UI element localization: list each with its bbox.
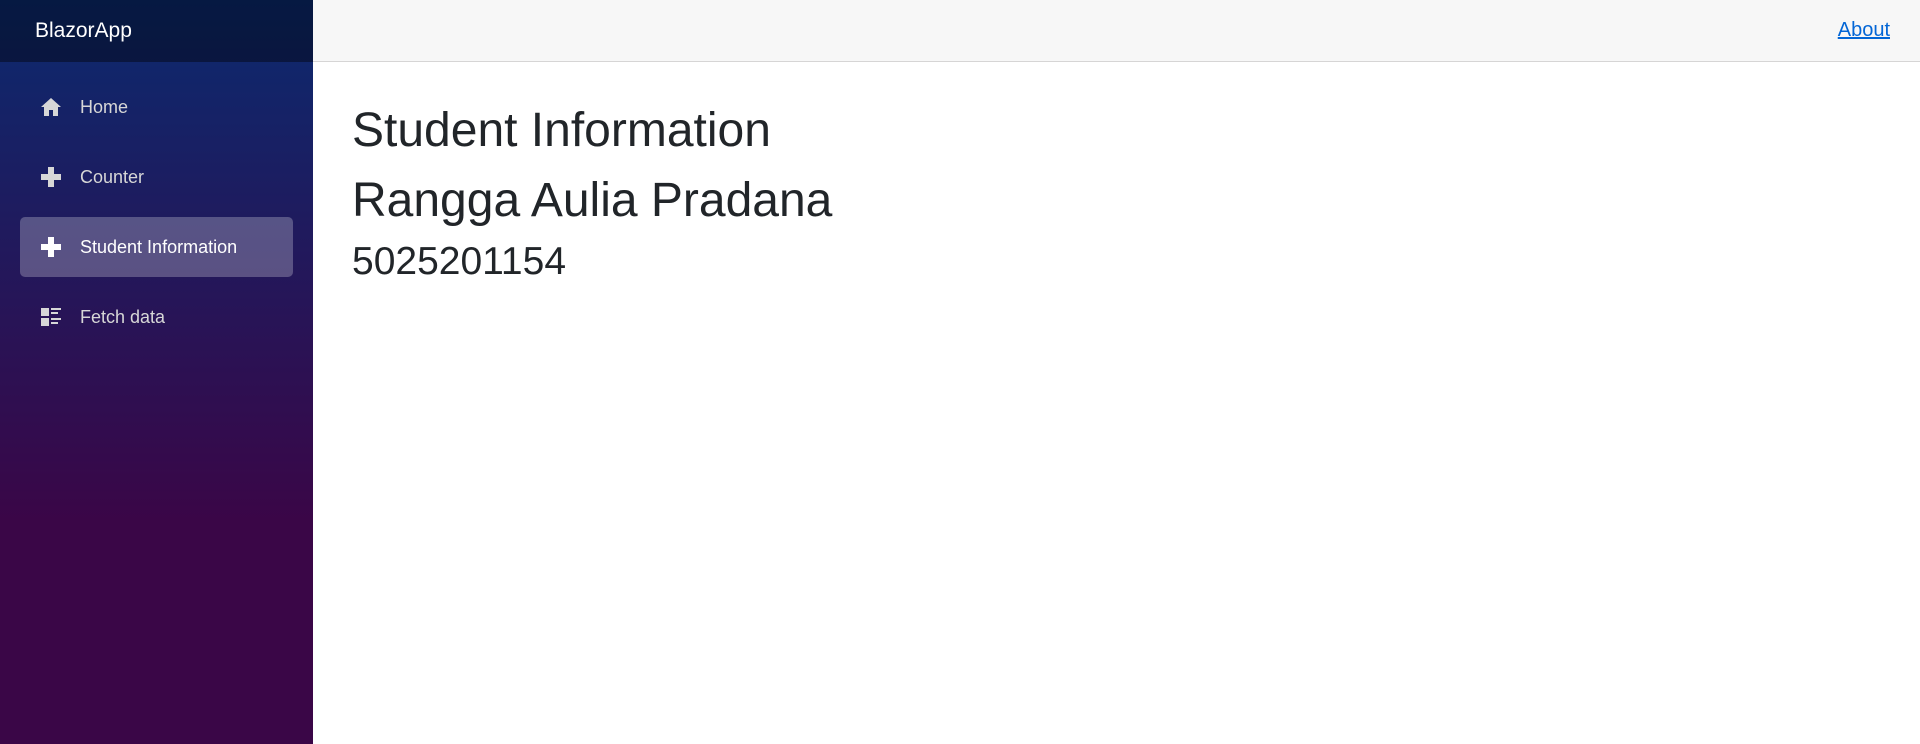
top-row: About [313, 0, 1920, 62]
brand-bar: BlazorApp [0, 0, 313, 62]
page-title: Student Information [352, 104, 771, 157]
sidebar-item-label: Home [80, 96, 129, 117]
list-rich-icon [40, 306, 62, 328]
sidebar-item-label: Counter [80, 166, 145, 187]
sidebar: BlazorApp Home Counter Student Informati… [0, 0, 313, 744]
sidebar-item-label: Fetch data [80, 306, 166, 327]
home-icon [40, 96, 62, 118]
app-root: BlazorApp Home Counter Student Informati… [0, 0, 1920, 744]
plus-icon [40, 236, 62, 258]
nav-menu: Home Counter Student Information Fetch d… [0, 62, 313, 347]
plus-icon [40, 166, 62, 188]
sidebar-item-fetch-data[interactable]: Fetch data [20, 287, 293, 347]
sidebar-item-home[interactable]: Home [20, 77, 293, 137]
sidebar-item-student-information[interactable]: Student Information [20, 217, 293, 277]
student-id: 5025201154 [352, 240, 567, 284]
sidebar-item-label: Student Information [80, 236, 238, 257]
student-name: Rangga Aulia Pradana [352, 173, 833, 227]
about-link[interactable]: About [1838, 19, 1890, 42]
sidebar-item-counter[interactable]: Counter [20, 147, 293, 207]
brand-link[interactable]: BlazorApp [35, 19, 132, 43]
main-area: About Student Information Rangga Aulia P… [313, 0, 1920, 744]
page-content: Student Information Rangga Aulia Pradana… [313, 62, 1920, 286]
